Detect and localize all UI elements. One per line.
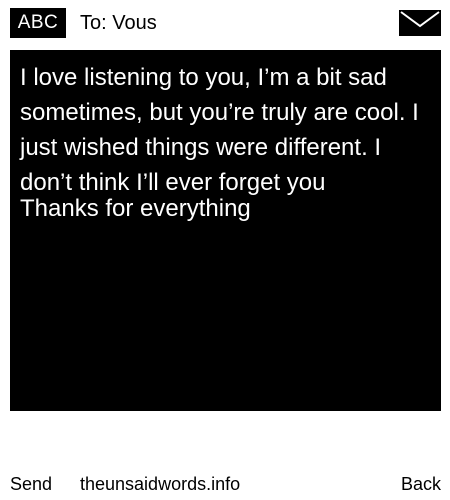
send-button[interactable]: Send xyxy=(10,472,52,496)
site-link[interactable]: theunsaidwords.info xyxy=(80,472,240,496)
message-textarea[interactable]: I love listening to you, I’m a bit sad s… xyxy=(10,50,441,411)
envelope-icon[interactable] xyxy=(399,10,441,36)
input-mode-badge[interactable]: ABC xyxy=(10,8,66,38)
back-button[interactable]: Back xyxy=(401,472,441,496)
recipient-label: To: Vous xyxy=(80,12,157,34)
message-signoff: Thanks for everything xyxy=(20,195,251,222)
message-body: I love listening to you, I’m a bit sad s… xyxy=(20,64,419,196)
